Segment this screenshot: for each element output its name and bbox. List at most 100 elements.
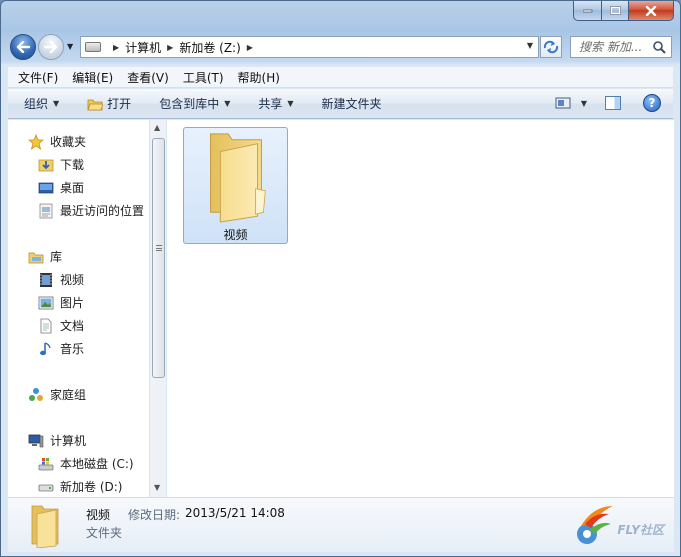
- share-label: 共享: [258, 97, 283, 111]
- desktop-icon: [38, 182, 54, 193]
- preview-pane-button[interactable]: [605, 96, 621, 110]
- help-button[interactable]: ?: [643, 94, 661, 112]
- breadcrumb-separator[interactable]: ▶: [167, 43, 173, 52]
- folder-icon: [209, 133, 266, 223]
- close-button[interactable]: [628, 1, 674, 21]
- nav-item-pictures[interactable]: 图片: [38, 294, 84, 311]
- details-modified-label: 修改日期:: [128, 508, 181, 522]
- nav-drive-c-label: 本地磁盘 (C:): [60, 457, 134, 471]
- nav-homegroup-label: 家庭组: [50, 388, 87, 402]
- nav-desktop-label: 桌面: [60, 181, 85, 195]
- music-library-icon: [40, 341, 51, 355]
- navigation-pane-scrollbar[interactable]: ▲ ▼: [149, 120, 166, 497]
- computer-icon: [28, 434, 44, 447]
- breadcrumb-computer[interactable]: 计算机: [125, 39, 161, 56]
- menu-view[interactable]: 查看(V): [127, 69, 169, 86]
- search-input[interactable]: [579, 40, 651, 54]
- organize-button[interactable]: 组织 ▼: [24, 95, 59, 112]
- nav-favorites-label: 收藏夹: [50, 135, 87, 149]
- nav-item-documents[interactable]: 文档: [38, 317, 84, 334]
- nav-item-music[interactable]: 音乐: [38, 340, 84, 357]
- new-folder-label: 新建文件夹: [321, 97, 382, 111]
- nav-libraries[interactable]: 库: [28, 248, 62, 265]
- details-modified-value: 2013/5/21 14:08: [185, 506, 285, 520]
- nav-item-downloads[interactable]: 下载: [38, 156, 84, 173]
- nav-item-recent[interactable]: 最近访问的位置: [38, 202, 144, 219]
- chevron-down-icon: ▼: [287, 99, 294, 108]
- open-label: 打开: [107, 97, 132, 111]
- address-dropdown-button[interactable]: ▼: [527, 41, 533, 50]
- back-button[interactable]: [10, 34, 36, 60]
- change-view-button[interactable]: ▼: [555, 96, 587, 110]
- navigation-bar: ▼ ▶ 计算机 ▶ 新加卷 (Z:) ▶ ▼: [1, 31, 680, 63]
- minimize-button[interactable]: [573, 1, 601, 21]
- scrollbar-thumb[interactable]: [152, 138, 165, 378]
- nav-favorites[interactable]: 收藏夹: [28, 133, 86, 150]
- documents-library-icon: [40, 318, 52, 333]
- fly-logo-icon: [577, 506, 614, 544]
- scroll-down-icon[interactable]: ▼: [154, 483, 160, 492]
- maximize-icon: [609, 6, 621, 15]
- chevron-down-icon: ▼: [53, 99, 60, 108]
- recent-places-icon: [39, 203, 53, 218]
- minimize-icon: [582, 9, 592, 12]
- breadcrumb-drive[interactable]: 新加卷 (Z:): [179, 39, 240, 56]
- chevron-down-icon: ▼: [224, 99, 231, 108]
- pictures-library-icon: [38, 296, 54, 309]
- breadcrumb-separator[interactable]: ▶: [113, 43, 119, 52]
- nav-item-videos[interactable]: 视频: [38, 271, 84, 288]
- file-list: 视频: [167, 120, 674, 497]
- nav-item-drive-d[interactable]: 新加卷 (D:): [38, 478, 122, 495]
- menu-bar: 文件(F) 编辑(E) 查看(V) 工具(T) 帮助(H): [8, 67, 673, 88]
- share-button[interactable]: 共享 ▼: [258, 95, 293, 112]
- menu-help[interactable]: 帮助(H): [238, 69, 280, 86]
- breadcrumb-separator[interactable]: ▶: [247, 43, 253, 52]
- nav-downloads-label: 下载: [60, 158, 85, 172]
- new-folder-button[interactable]: 新建文件夹: [322, 95, 382, 112]
- refresh-button[interactable]: [540, 36, 562, 58]
- refresh-icon: [543, 40, 559, 54]
- forward-button[interactable]: [38, 34, 64, 60]
- nav-libraries-label: 库: [50, 250, 63, 264]
- search-icon[interactable]: [652, 40, 666, 54]
- chevron-down-icon[interactable]: ▼: [581, 99, 587, 108]
- close-icon: [645, 5, 657, 16]
- video-library-icon: [40, 272, 52, 287]
- menu-file[interactable]: 文件(F): [18, 69, 58, 86]
- nav-videos-label: 视频: [60, 273, 85, 287]
- details-item-type: 文件夹: [86, 526, 123, 540]
- view-icon: [555, 97, 571, 109]
- libraries-icon: [28, 252, 44, 263]
- nav-item-drive-c[interactable]: 本地磁盘 (C:): [38, 455, 134, 472]
- nav-homegroup[interactable]: 家庭组: [28, 386, 86, 403]
- nav-item-desktop[interactable]: 桌面: [38, 179, 84, 196]
- watermark-text: FLY社区: [617, 523, 664, 537]
- details-pane: 视频 修改日期: 2013/5/21 14:08 文件夹 FLY社区: [8, 497, 674, 552]
- recent-pages-dropdown[interactable]: ▼: [67, 42, 73, 51]
- open-button[interactable]: 打开: [87, 95, 131, 112]
- folder-name: 视频: [223, 228, 248, 242]
- include-in-library-button[interactable]: 包含到库中 ▼: [159, 95, 230, 112]
- folder-icon: [31, 505, 59, 548]
- scroll-up-icon[interactable]: ▲: [154, 123, 160, 132]
- downloads-folder-icon: [38, 159, 54, 171]
- system-drive-icon: [38, 457, 54, 470]
- nav-computer-label: 计算机: [50, 434, 87, 448]
- nav-recent-label: 最近访问的位置: [60, 204, 145, 218]
- arrow-left-icon: [16, 41, 30, 53]
- help-icon: ?: [648, 96, 656, 110]
- command-bar: 组织 ▼ 打开 包含到库中 ▼ 共享 ▼ 新建文件夹 ▼ ?: [8, 89, 673, 119]
- open-folder-icon: [87, 99, 104, 110]
- menu-edit[interactable]: 编辑(E): [72, 69, 113, 86]
- view-controls: ▼ ?: [555, 94, 661, 112]
- nav-computer[interactable]: 计算机: [28, 432, 86, 449]
- organize-label: 组织: [24, 97, 49, 111]
- menu-tools[interactable]: 工具(T): [183, 69, 224, 86]
- folder-item[interactable]: 视频: [183, 127, 288, 244]
- search-box: [570, 36, 672, 58]
- maximize-button[interactable]: [601, 1, 628, 21]
- navigation-pane: 收藏夹 下载 桌面 最近访问的位置 库 视频 图片 文档 音乐 家庭组 计算机 …: [8, 120, 149, 497]
- star-icon: [28, 133, 44, 150]
- watermark: FLY社区: [571, 502, 664, 546]
- address-bar[interactable]: ▶ 计算机 ▶ 新加卷 (Z:) ▶ ▼: [80, 36, 539, 58]
